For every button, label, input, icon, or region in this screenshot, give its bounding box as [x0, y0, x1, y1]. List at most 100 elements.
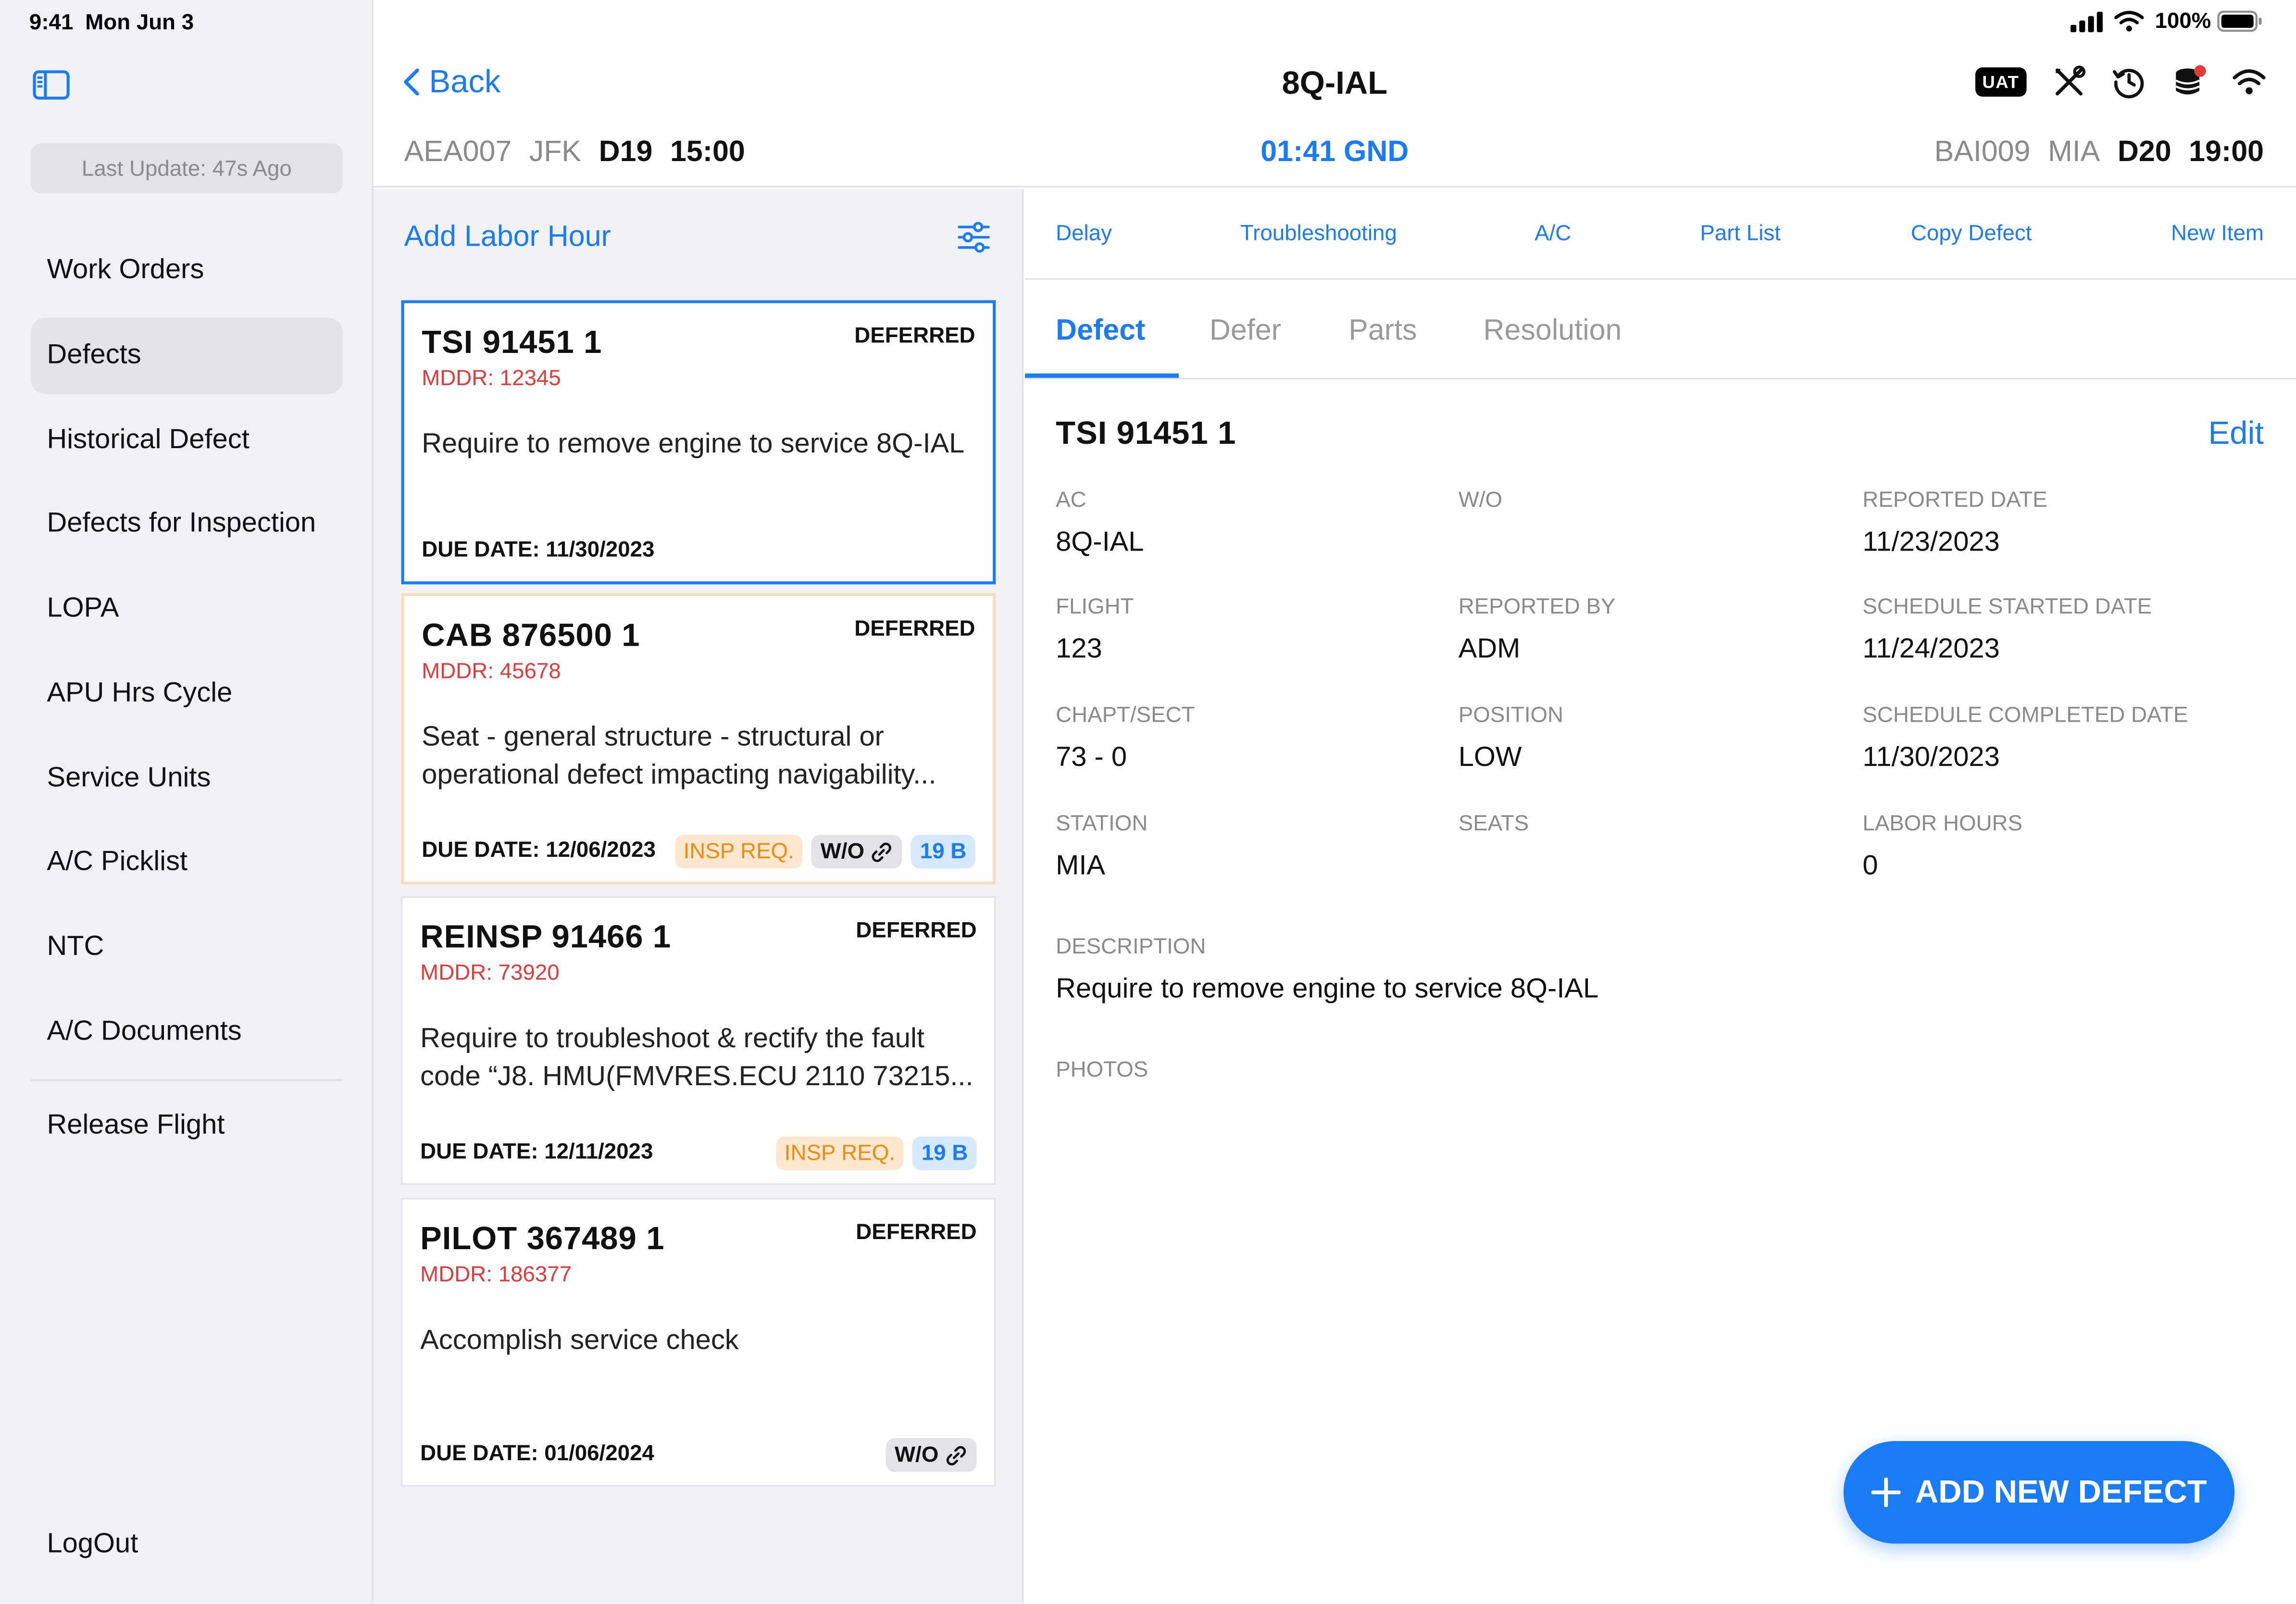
defect-card-tags: INSP REQ. W/O 19 B	[674, 835, 975, 869]
inbound-airport: JFK	[529, 136, 582, 169]
link-icon	[872, 842, 892, 862]
defect-card-mddr: MDDR: 12345	[422, 366, 561, 391]
outbound-flight-number: BAI009	[1934, 136, 2031, 169]
sidebar-item-ntc[interactable]: NTC	[31, 910, 343, 986]
sidebar-item-apu-hrs-cycle[interactable]: APU Hrs Cycle	[31, 656, 343, 732]
field-chapt-sect: CHAPT/SECT 73 - 0	[1056, 703, 1451, 775]
field-position-label: POSITION	[1458, 703, 1564, 728]
database-sync-icon[interactable]	[2171, 64, 2207, 100]
active-tab-indicator	[1025, 373, 1179, 378]
field-flight-label: FLIGHT	[1056, 594, 1134, 620]
defect-card[interactable]: CAB 876500 1 DEFERRED MDDR: 45678 Seat -…	[401, 593, 996, 885]
sidebar-item-service-units[interactable]: Service Units	[31, 741, 343, 817]
field-schedule-completed-label: SCHEDULE COMPLETED DATE	[1862, 703, 2188, 728]
add-new-defect-button[interactable]: ADD NEW DEFECT	[1843, 1441, 2235, 1544]
delay-button[interactable]: Delay	[1056, 221, 1112, 246]
last-update-label: Last Update: 47s Ago	[30, 143, 343, 194]
defect-card[interactable]: TSI 91451 1 DEFERRED MDDR: 12345 Require…	[401, 300, 996, 585]
defect-card-title: TSI 91451 1	[422, 324, 602, 361]
field-description-label: DESCRIPTION	[1056, 934, 1206, 960]
top-header: 100% Back 8Q-IAL UAT AEA007 JFK D19 15:0…	[373, 0, 2296, 188]
work-order-label: W/O	[895, 1442, 939, 1468]
inbound-time: 15:00	[670, 136, 745, 169]
defect-card-status: DEFERRED	[854, 616, 975, 642]
wifi-status-icon	[2114, 11, 2144, 32]
sidebar-divider	[30, 1079, 343, 1081]
copy-defect-button[interactable]: Copy Defect	[1911, 221, 2032, 246]
field-station-label: STATION	[1056, 811, 1148, 837]
field-reported-by-label: REPORTED BY	[1458, 594, 1616, 620]
inbound-flight-info: AEA007 JFK D19 15:00	[404, 136, 745, 170]
wifi-icon[interactable]	[2232, 64, 2267, 100]
tab-resolution[interactable]: Resolution	[1484, 315, 1622, 349]
defect-card-title: REINSP 91466 1	[420, 918, 672, 955]
field-schedule-started-date: SCHEDULE STARTED DATE 11/24/2023	[1862, 595, 2258, 666]
link-icon	[946, 1445, 966, 1465]
ac-button[interactable]: A/C	[1535, 221, 1571, 246]
tab-parts[interactable]: Parts	[1348, 315, 1417, 349]
defect-card-mddr: MDDR: 73920	[420, 961, 560, 986]
defect-card-due-date: DUE DATE: 01/06/2024	[420, 1441, 654, 1466]
sidebar-item-work-orders[interactable]: Work Orders	[31, 233, 343, 309]
uat-badge[interactable]: UAT	[1975, 67, 2027, 97]
logout-button[interactable]: LogOut	[31, 1507, 343, 1583]
field-station: STATION MIA	[1056, 811, 1451, 883]
defect-card-description: Accomplish service check	[420, 1325, 739, 1356]
field-chapt-sect-value: 73 - 0	[1056, 742, 1127, 774]
field-flight: FLIGHT 123	[1056, 595, 1451, 666]
sidebar-item-ac-picklist[interactable]: A/C Picklist	[31, 825, 343, 901]
defect-card[interactable]: REINSP 91466 1 DEFERRED MDDR: 73920 Requ…	[401, 896, 996, 1185]
field-photos-label: PHOTOS	[1056, 1057, 1148, 1082]
field-seats: SEATS	[1459, 811, 1854, 851]
edit-button[interactable]: Edit	[2208, 414, 2264, 452]
add-labor-hour-button[interactable]: Add Labor Hour	[404, 221, 611, 255]
action-bar: Delay Troubleshooting A/C Part List Copy…	[1025, 189, 2296, 280]
field-reported-date-label: REPORTED DATE	[1862, 488, 2047, 513]
field-reported-by: REPORTED BY ADM	[1459, 595, 1854, 666]
defect-card-tags: INSP REQ. 19 B	[775, 1136, 977, 1170]
field-wo: W/O	[1459, 488, 1854, 527]
outbound-time: 19:00	[2189, 136, 2264, 169]
outbound-flight-info: BAI009 MIA D20 19:00	[1934, 136, 2264, 170]
detail-tabs: Defect Defer Parts Resolution	[1025, 280, 2296, 379]
work-order-link-badge[interactable]: W/O	[886, 1438, 977, 1472]
work-order-link-badge[interactable]: W/O	[811, 835, 903, 869]
part-list-button[interactable]: Part List	[1700, 221, 1781, 246]
tab-defer[interactable]: Defer	[1210, 315, 1281, 349]
sidebar-item-defects[interactable]: Defects	[30, 317, 343, 394]
item-count-badge: 19 B	[911, 835, 975, 869]
defect-card-title: PILOT 367489 1	[420, 1220, 665, 1257]
field-seats-label: SEATS	[1458, 811, 1529, 837]
sidebar-item-lopa[interactable]: LOPA	[31, 571, 343, 647]
filter-icon[interactable]	[956, 221, 991, 253]
troubleshooting-button[interactable]: Troubleshooting	[1240, 221, 1397, 246]
field-labor-hours-label: LABOR HOURS	[1862, 811, 2023, 837]
sidebar-item-release-flight[interactable]: Release Flight	[31, 1088, 343, 1164]
field-reported-date-value: 11/23/2023	[1862, 527, 2000, 558]
field-labor-hours-value: 0	[1862, 851, 1878, 882]
defect-card-description: Seat - general structure - structural or…	[422, 722, 936, 791]
cellular-signal-icon	[2070, 11, 2102, 32]
insp-req-badge: INSP REQ.	[775, 1136, 904, 1170]
sidebar-item-defects-for-inspection[interactable]: Defects for Inspection	[31, 486, 343, 562]
defect-list-pane: Add Labor Hour TSI 91451 1 DEFERRED MDDR…	[373, 188, 1024, 1604]
new-item-button[interactable]: New Item	[2171, 221, 2264, 246]
status-date: Mon Jun 3	[85, 10, 194, 36]
outbound-airport: MIA	[2047, 136, 2100, 169]
status-time: 9:41 Mon Jun 3	[29, 10, 194, 35]
sidebar-toggle-icon[interactable]	[32, 69, 70, 101]
field-photos: PHOTOS	[1056, 1057, 1451, 1082]
inbound-gate: D19	[599, 136, 653, 169]
sidebar-item-ac-documents[interactable]: A/C Documents	[31, 994, 343, 1070]
plus-icon	[1871, 1478, 1901, 1507]
chevron-left-icon	[404, 68, 419, 96]
history-icon[interactable]	[2111, 64, 2146, 100]
defect-card-tags: W/O	[886, 1438, 977, 1472]
defect-card[interactable]: PILOT 367489 1 DEFERRED MDDR: 186377 Acc…	[401, 1198, 996, 1487]
field-labor-hours: LABOR HOURS 0	[1862, 811, 2258, 883]
tab-defect[interactable]: Defect	[1056, 315, 1145, 349]
tools-icon[interactable]	[2051, 64, 2086, 100]
back-button[interactable]: Back	[403, 63, 500, 101]
field-ac-value: 8Q-IAL	[1056, 527, 1144, 558]
sidebar-item-historical-defect[interactable]: Historical Defect	[31, 403, 343, 479]
